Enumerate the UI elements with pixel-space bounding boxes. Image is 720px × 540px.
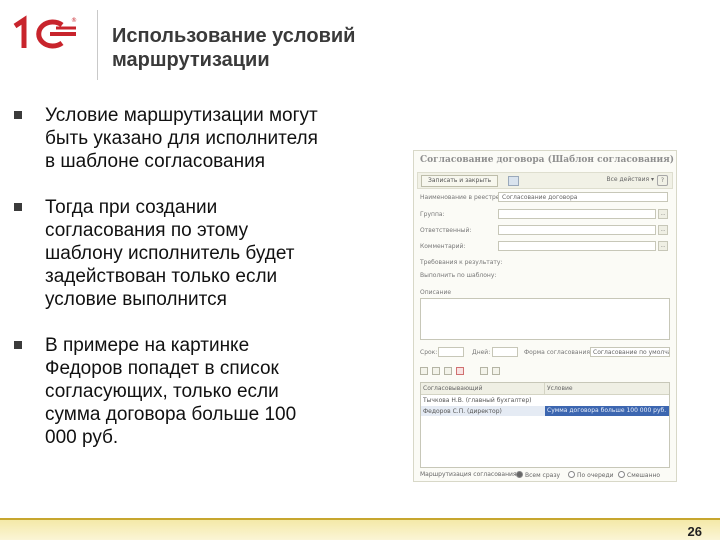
select-button[interactable]: … [658, 225, 668, 235]
radio-dot [568, 471, 575, 478]
description-label: Описание [420, 289, 452, 296]
bullet-marker [14, 341, 22, 349]
save-close-button[interactable]: Записать и закрыть [421, 175, 499, 187]
footer-band [0, 520, 720, 540]
column-separator [544, 383, 545, 394]
bullet-line: в шаблоне согласования [45, 151, 265, 172]
condition-cell[interactable]: Сумма договора больше 100 000 руб. [545, 406, 669, 416]
radio-in-turn[interactable]: По очереди [568, 471, 614, 479]
1c-logo: ® [13, 15, 77, 49]
column-header[interactable]: Условие [547, 385, 573, 392]
bullet-marker [14, 203, 22, 211]
move-up-icon[interactable] [480, 367, 488, 375]
field-label: Выполнить по шаблону: [420, 272, 497, 279]
days-label: Дней: [472, 349, 491, 356]
bullet-line: задействован только если [45, 266, 278, 287]
svg-text:®: ® [71, 17, 77, 24]
form-type-select[interactable]: Согласование по умолчанию [590, 347, 670, 357]
bullet-text: В примере на картинке Федоров попадет в … [45, 334, 375, 449]
help-button[interactable]: ? [657, 175, 668, 186]
slide-title-line: маршрутизации [112, 49, 270, 71]
edit-icon[interactable] [444, 367, 452, 375]
radio-label: Смешанно [627, 472, 661, 479]
field-row-group: Группа: … [420, 209, 670, 221]
bullet-line: условие выполнится [45, 289, 227, 310]
comment-input[interactable] [498, 241, 656, 251]
bullet-line: Федоров попадет в список [45, 358, 279, 379]
table-toolbar [420, 366, 670, 378]
routing-label: Маршрутизация согласования: [420, 471, 519, 478]
field-row-comment: Комментарий: … [420, 241, 670, 253]
template-form-screenshot: Согласование договора (Шаблон согласован… [413, 150, 677, 482]
field-label: Требования к результату: [420, 259, 503, 266]
delete-icon[interactable] [456, 367, 464, 375]
bullet-line: согласования по этому [45, 220, 249, 241]
field-row-name: Наименование в реестре: Согласование дог… [420, 192, 670, 204]
slide-title-line: Использование условий [112, 25, 356, 47]
deadline-input[interactable] [438, 347, 464, 357]
copy-icon[interactable] [432, 367, 440, 375]
table-row[interactable]: Тычкова Н.В. (главный бухгалтер) [421, 395, 669, 405]
save-icon[interactable] [508, 176, 519, 186]
group-input[interactable] [498, 209, 656, 219]
name-input[interactable]: Согласование договора [498, 192, 668, 202]
bullet-line: шаблону исполнитель будет [45, 243, 295, 264]
field-label: Ответственный: [420, 227, 472, 234]
field-label: Комментарий: [420, 243, 466, 250]
radio-label: По очереди [577, 472, 614, 479]
deadline-bar: Срок: Дней: Форма согласования: Согласов… [420, 347, 670, 359]
approver-cell: Тычкова Н.В. (главный бухгалтер) [423, 397, 532, 404]
bullet-line: Тогда при создании [45, 197, 218, 218]
column-header[interactable]: Согласовывающий [423, 385, 482, 392]
bullet-line: сумма договора больше 100 [45, 404, 297, 425]
radio-label: Всем сразу [525, 472, 561, 479]
bullet-text: Тогда при создании согласования по этому… [45, 196, 375, 311]
field-row-result: Требования к результату: [420, 257, 670, 269]
description-textarea[interactable] [420, 298, 670, 340]
form-toolbar: Записать и закрыть Все действия ▾ ? [417, 172, 673, 189]
bullet-line: В примере на картинке [45, 335, 250, 356]
routing-radio-group: Маршрутизация согласования: Всем сразу П… [420, 471, 670, 480]
field-row-responsible: Ответственный: … [420, 225, 670, 237]
responsible-input[interactable] [498, 225, 656, 235]
approvers-table: Согласовывающий Условие Тычкова Н.В. (гл… [420, 382, 670, 468]
table-header: Согласовывающий Условие [421, 383, 669, 395]
radio-dot [516, 471, 523, 478]
field-label: Наименование в реестре: [420, 194, 502, 201]
bullet-line: Условие маршрутизации могут [45, 105, 318, 126]
condition-cell [545, 395, 669, 405]
slide-title: Использование условий маршрутизации [112, 24, 432, 72]
radio-mixed[interactable]: Смешанно [618, 471, 660, 479]
approver-cell: Федоров С.П. (директор) [423, 408, 502, 415]
add-icon[interactable] [420, 367, 428, 375]
form-title: Согласование договора (Шаблон согласован… [420, 155, 675, 165]
header-divider [97, 10, 98, 80]
days-input[interactable] [492, 347, 518, 357]
deadline-label: Срок: [420, 349, 438, 356]
form-type-label: Форма согласования: [524, 349, 593, 356]
field-label: Группа: [420, 211, 445, 218]
move-down-icon[interactable] [492, 367, 500, 375]
select-button[interactable]: … [658, 241, 668, 251]
bullet-text: Условие маршрутизации могут быть указано… [45, 104, 375, 173]
page-number: 26 [687, 524, 702, 539]
radio-all-at-once[interactable]: Всем сразу [516, 471, 560, 479]
radio-dot [618, 471, 625, 478]
bullet-line: 000 руб. [45, 427, 119, 448]
table-row-selected[interactable]: Федоров С.П. (директор) Сумма договора б… [421, 406, 669, 416]
bullet-line: быть указано для исполнителя [45, 128, 318, 149]
all-actions-menu[interactable]: Все действия ▾ [606, 176, 654, 183]
select-button[interactable]: … [658, 209, 668, 219]
bullet-line: согласующих, только если [45, 381, 279, 402]
field-row-by-template: Выполнить по шаблону: [420, 270, 670, 282]
bullet-marker [14, 111, 22, 119]
